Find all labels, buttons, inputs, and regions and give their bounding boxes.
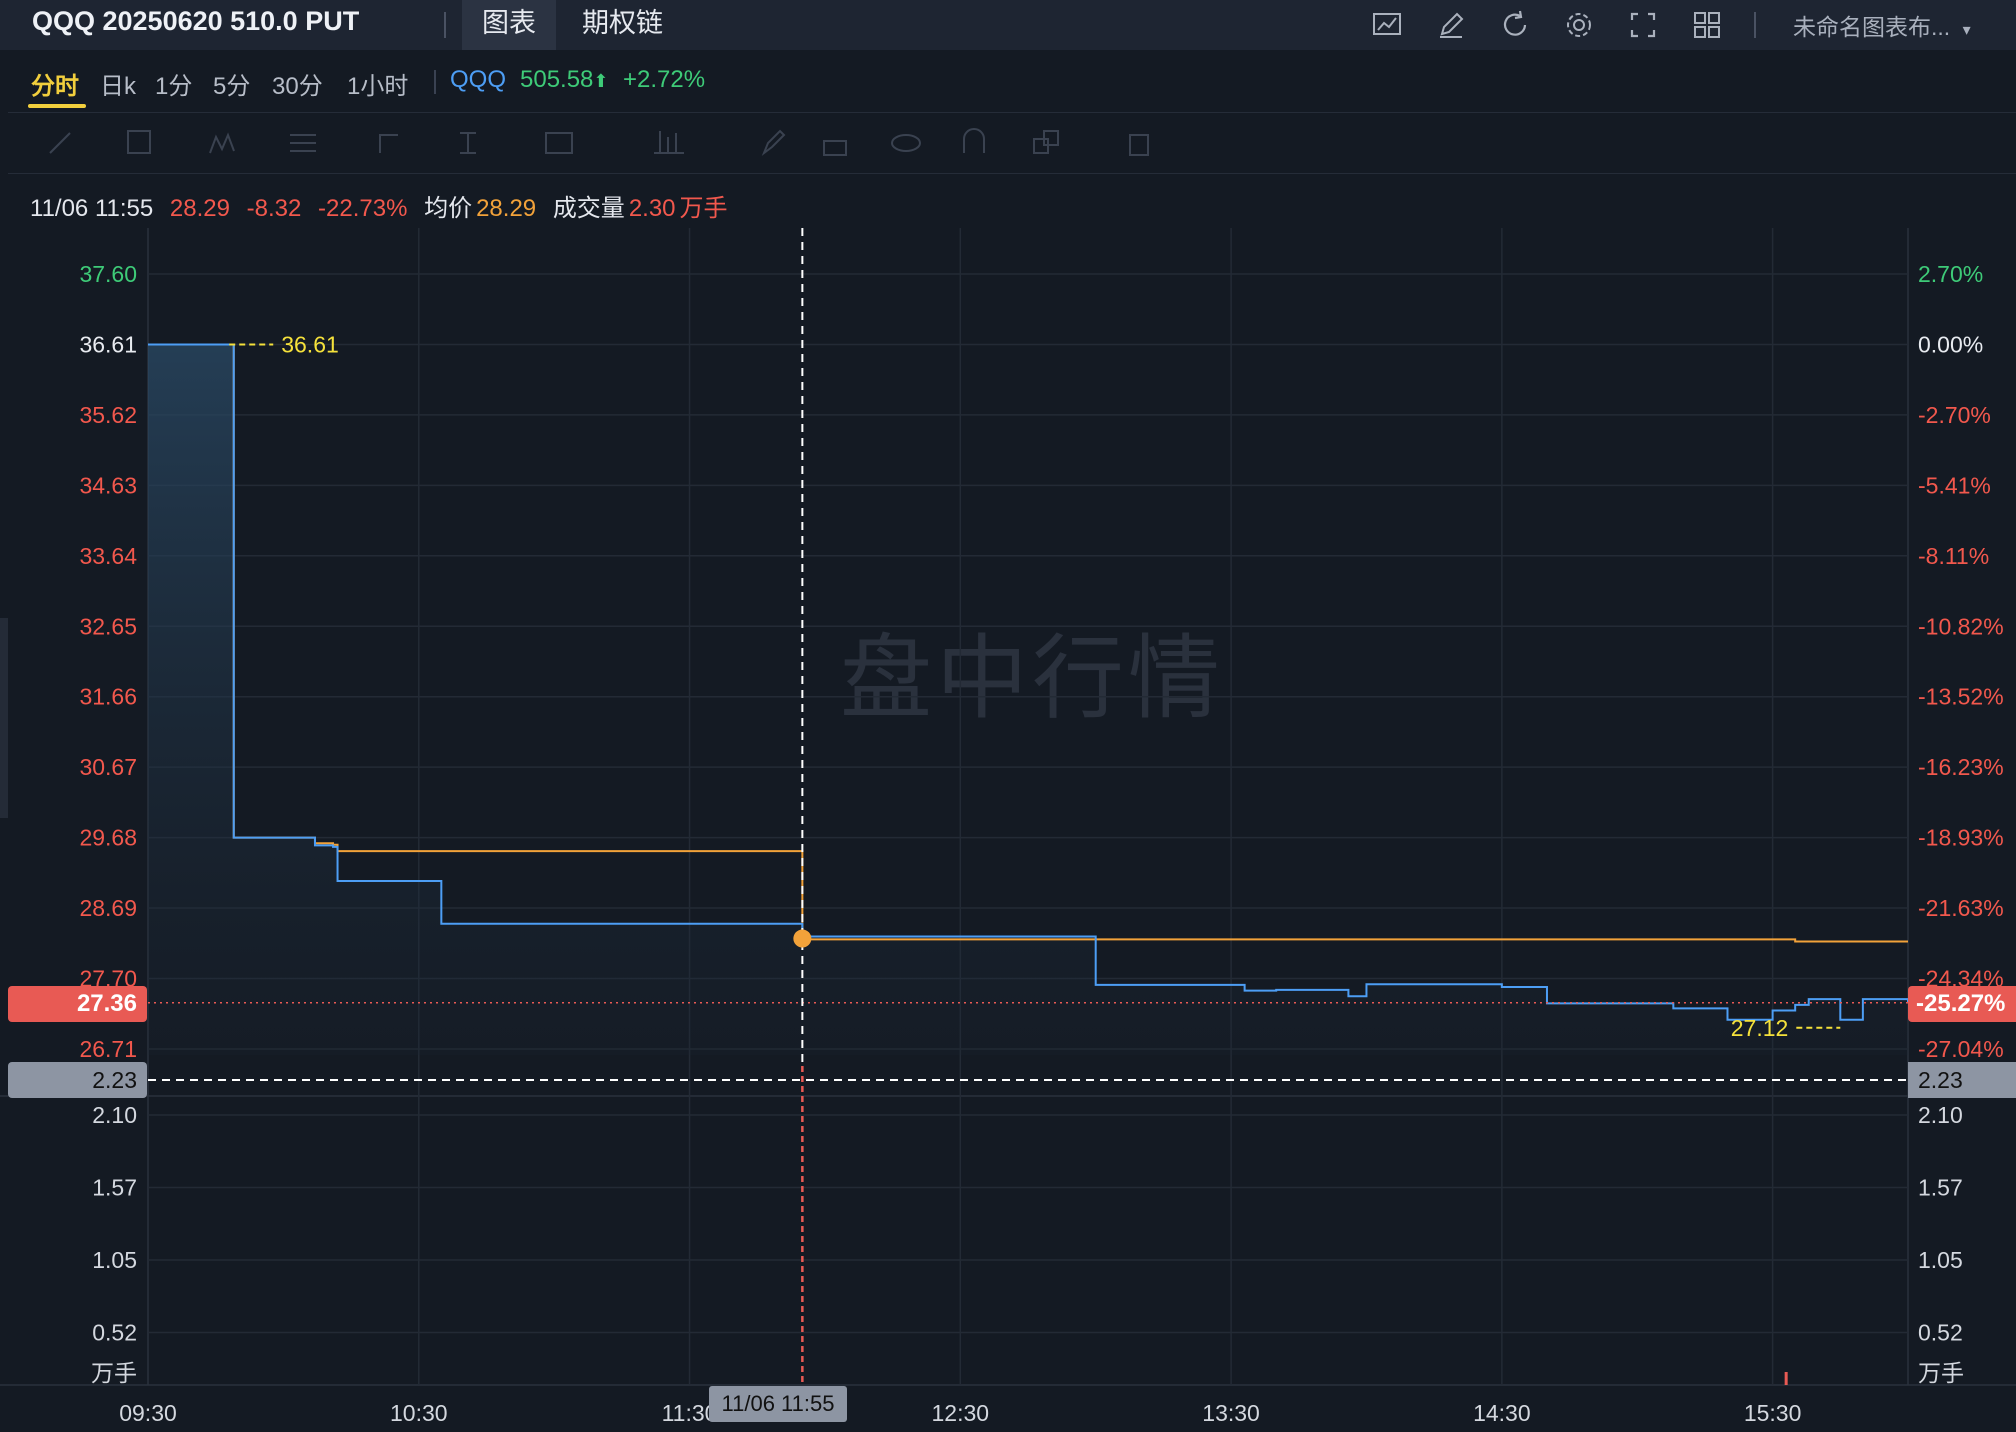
volume-tick-label: 1.57 <box>92 1175 137 1201</box>
high-marker-label: 36.61 <box>281 331 339 357</box>
time-tick-label: 13:30 <box>1202 1400 1260 1426</box>
pct-tick-label: 0.00% <box>1918 331 1983 357</box>
pct-tick-label: -18.93% <box>1918 825 2004 851</box>
pct-tick-label: -27.04% <box>1918 1036 2004 1062</box>
crosshair-volume-badge-left: 2.23 <box>8 1062 147 1098</box>
volume-unit-label: 万手 <box>91 1360 137 1386</box>
last-price-badge: 27.36 <box>8 986 147 1022</box>
time-tick-label: 10:30 <box>390 1400 448 1426</box>
volume-tick-label-right: 0.52 <box>1918 1320 1963 1346</box>
price-chart[interactable]: 09:30 10:30 11:30 12:30 13:30 14:30 15:3037.60… <box>0 0 2016 1432</box>
price-tick-label: 37.60 <box>79 261 137 287</box>
pct-tick-label: -21.63% <box>1918 895 2004 921</box>
crosshair-dot <box>793 929 812 948</box>
pct-tick-label: -16.23% <box>1918 754 2004 780</box>
volume-tick-label: 2.10 <box>92 1102 137 1128</box>
price-tick-label: 31.66 <box>79 684 137 710</box>
avg-price-line <box>148 343 1908 943</box>
price-tick-label: 26.71 <box>79 1036 137 1062</box>
volume-tick-label-right: 2.10 <box>1918 1102 1963 1128</box>
time-tick-label: 12:30 <box>932 1400 990 1426</box>
volume-tick-label: 0.52 <box>92 1320 137 1346</box>
volume-unit-label-right: 万手 <box>1918 1360 1964 1386</box>
crosshair-volume-badge-right: 2.23 <box>1908 1062 2016 1098</box>
low-marker-label: 27.12 <box>1731 1015 1789 1041</box>
time-tick-label: 15:30 <box>1744 1400 1802 1426</box>
price-area-fill <box>148 344 1908 1055</box>
time-tick-label: 09:30 <box>119 1400 177 1426</box>
time-tick-label: 14:30 <box>1473 1400 1531 1426</box>
price-tick-label: 33.64 <box>79 543 137 569</box>
price-tick-label: 30.67 <box>79 754 137 780</box>
pct-tick-label: -10.82% <box>1918 613 2004 639</box>
price-tick-label: 32.65 <box>79 613 137 639</box>
volume-tick-label-right: 1.57 <box>1918 1175 1963 1201</box>
pct-tick-label: 2.70% <box>1918 261 1983 287</box>
volume-tick-label-right: 1.05 <box>1918 1247 1963 1273</box>
pct-tick-label: -13.52% <box>1918 684 2004 710</box>
price-tick-label: 35.62 <box>79 402 137 428</box>
price-tick-label: 29.68 <box>79 825 137 851</box>
price-tick-label: 36.61 <box>79 331 137 357</box>
pct-tick-label: -5.41% <box>1918 472 1991 498</box>
price-tick-label: 34.63 <box>79 472 137 498</box>
price-tick-label: 28.69 <box>79 895 137 921</box>
crosshair-time-badge: 11/06 11:55 <box>709 1386 847 1422</box>
pct-tick-label: -2.70% <box>1918 402 1991 428</box>
volume-tick-label: 1.05 <box>92 1247 137 1273</box>
last-pct-badge: -25.27% <box>1908 986 2016 1022</box>
pct-tick-label: -8.11% <box>1918 543 1989 569</box>
